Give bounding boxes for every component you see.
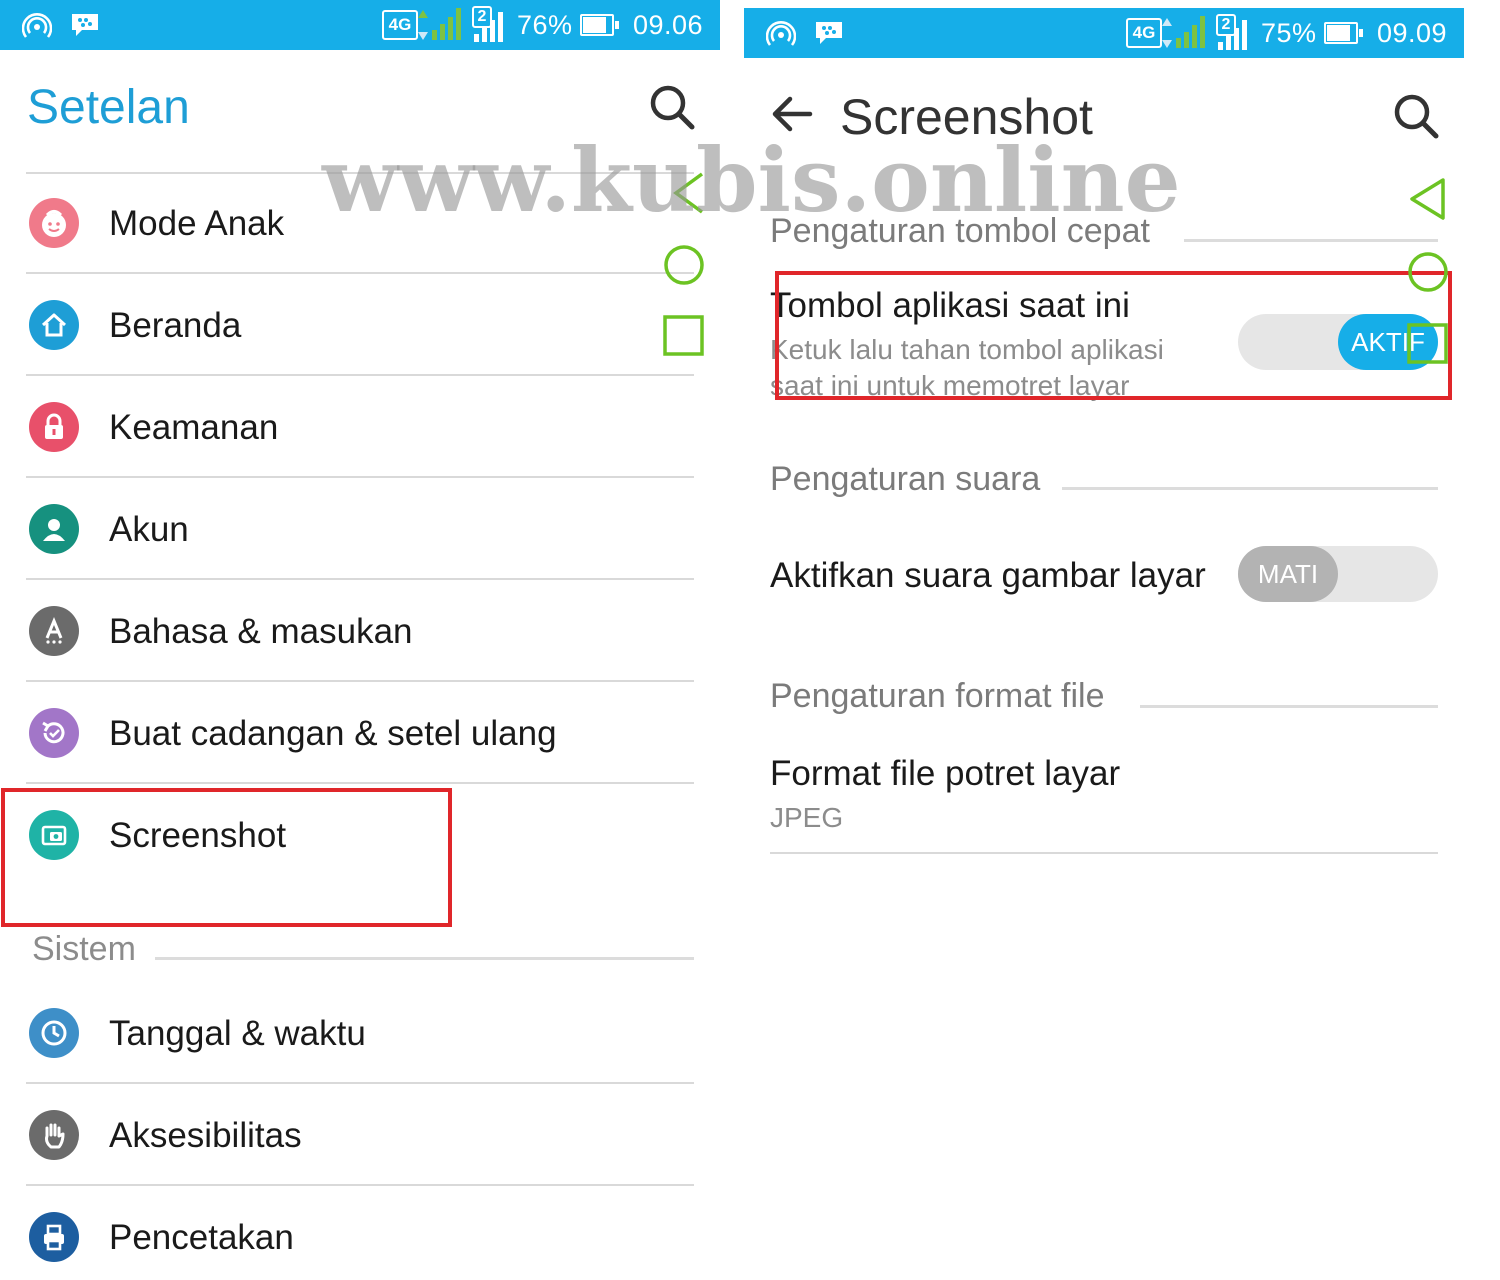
battery-percent: 76% — [517, 10, 573, 40]
settings-item-beranda[interactable]: Beranda — [26, 274, 694, 376]
setting-title-screenshot-sound: Aktifkan suara gambar layar — [770, 556, 1206, 595]
status-bar-left: 4G 2 76% 09.06 — [0, 0, 720, 50]
data-arrows-icon — [418, 10, 428, 40]
settings-item-cadangan[interactable]: Buat cadangan & setel ulang — [26, 682, 694, 784]
settings-item-label: Pencetakan — [109, 1218, 294, 1257]
section-divider — [1140, 705, 1438, 708]
settings-item-label: Keamanan — [109, 408, 279, 447]
lock-icon — [29, 402, 79, 452]
battery-icon — [1324, 22, 1363, 44]
page-title: Setelan — [27, 81, 190, 134]
settings-item-tanggal[interactable]: Tanggal & waktu — [26, 982, 694, 1084]
setting-value-file-format: JPEG — [770, 802, 844, 833]
backup-icon — [29, 708, 79, 758]
settings-item-label: Aksesibilitas — [109, 1116, 302, 1155]
data-arrows-icon — [1162, 18, 1172, 48]
highlight-box-screenshot — [1, 788, 452, 927]
section-divider — [155, 957, 694, 960]
section-header-sound: Pengaturan suara — [770, 460, 1041, 498]
toggle-state-label: MATI — [1238, 546, 1338, 602]
home-icon — [29, 300, 79, 350]
settings-item-label: Mode Anak — [109, 204, 285, 243]
nav-home-icon[interactable] — [662, 243, 706, 287]
section-header-file-format: Pengaturan format file — [770, 677, 1105, 715]
language-icon — [29, 606, 79, 656]
nav-recents-icon[interactable] — [1406, 322, 1450, 366]
clock-icon — [29, 1008, 79, 1058]
settings-item-label: Bahasa & masukan — [109, 612, 413, 651]
nav-recents-icon[interactable] — [662, 314, 706, 358]
network-type-badge: 4G — [1126, 18, 1162, 48]
settings-item-label: Tanggal & waktu — [109, 1014, 366, 1053]
settings-item-keamanan[interactable]: Keamanan — [26, 376, 694, 478]
sim2-signal-icon — [474, 10, 503, 42]
nav-home-icon[interactable] — [1406, 250, 1450, 294]
status-bar-right: 4G 2 75% 09.09 — [744, 8, 1464, 58]
hotspot-icon — [766, 21, 796, 46]
setting-title-file-format[interactable]: Format file potret layar — [770, 754, 1120, 794]
sim1-signal-icon — [1176, 16, 1205, 48]
hotspot-icon — [22, 13, 52, 38]
bbm-icon — [816, 22, 842, 44]
highlight-box-current-app-button — [775, 271, 1452, 400]
section-divider — [1062, 487, 1438, 490]
settings-item-pencetakan[interactable]: Pencetakan — [26, 1186, 694, 1280]
bbm-icon — [72, 14, 98, 36]
sim1-signal-icon — [432, 8, 461, 40]
settings-item-label: Akun — [109, 510, 189, 549]
kid-face-icon — [29, 198, 79, 248]
search-icon[interactable] — [1392, 92, 1440, 140]
sim2-signal-icon — [1218, 18, 1247, 50]
settings-item-label: Beranda — [109, 306, 242, 345]
battery-percent: 75% — [1261, 18, 1317, 48]
hand-icon — [29, 1110, 79, 1160]
printer-icon — [29, 1212, 79, 1262]
network-type-badge: 4G — [382, 10, 418, 40]
section-header-sistem: Sistem — [32, 930, 136, 968]
settings-item-akun[interactable]: Akun — [26, 478, 694, 580]
nav-back-icon[interactable] — [1408, 176, 1448, 222]
settings-item-bahasa[interactable]: Bahasa & masukan — [26, 580, 694, 682]
battery-icon — [580, 14, 619, 36]
status-time: 09.09 — [1377, 18, 1448, 48]
account-icon — [29, 504, 79, 554]
section-divider — [1184, 239, 1438, 242]
divider — [770, 852, 1438, 854]
settings-item-aksesibilitas[interactable]: Aksesibilitas — [26, 1084, 694, 1186]
watermark-text: www.kubis.online — [322, 128, 1181, 232]
toggle-screenshot-sound[interactable]: MATI — [1238, 546, 1438, 602]
settings-item-label: Buat cadangan & setel ulang — [109, 714, 557, 753]
search-icon[interactable] — [648, 83, 696, 131]
status-time: 09.06 — [633, 10, 704, 40]
